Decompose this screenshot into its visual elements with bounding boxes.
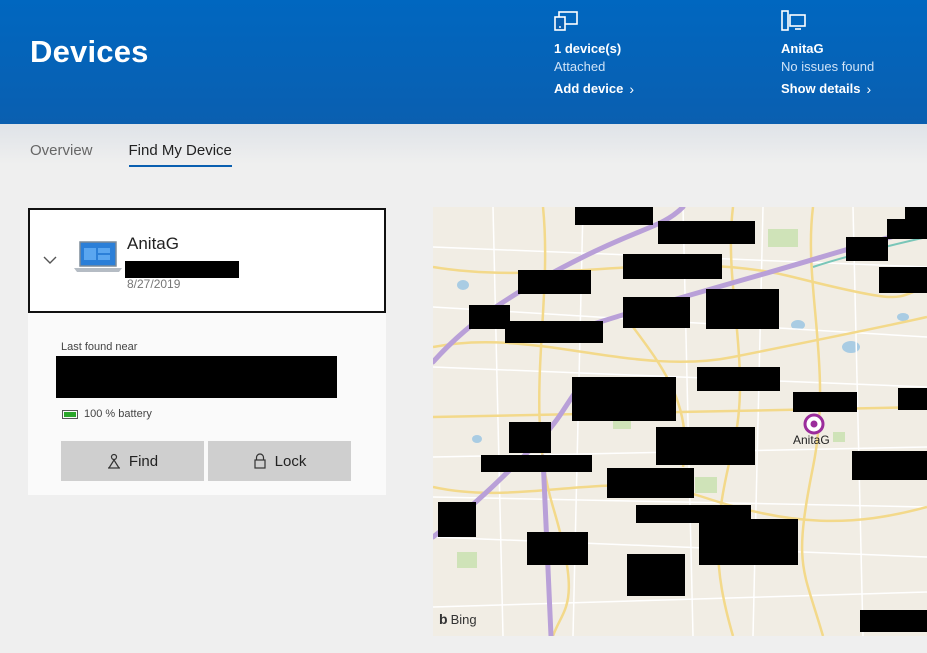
show-details-label: Show details [781, 81, 861, 96]
device-date: 8/27/2019 [127, 277, 181, 291]
add-device-label: Add device [554, 81, 624, 96]
last-found-label: Last found near [61, 341, 138, 353]
map-redaction [575, 207, 653, 225]
map-redaction [623, 297, 690, 328]
map-redaction [627, 554, 685, 596]
chevron-right-icon: › [629, 81, 635, 97]
bing-attribution: b Bing [439, 611, 477, 627]
chevron-right-icon: › [866, 81, 872, 97]
find-person-icon [107, 453, 120, 469]
pc-status-icon [781, 10, 806, 31]
device-panel: AnitaG 8/27/2019 Last found near 100 % b… [28, 208, 386, 495]
redacted-location [56, 356, 337, 398]
map-redaction [505, 321, 603, 343]
map-redaction [518, 270, 591, 294]
battery-text: 100 % battery [84, 408, 152, 420]
map-redaction [656, 427, 755, 465]
lock-button-label: Lock [274, 452, 307, 470]
device-name: AnitaG [127, 234, 179, 253]
show-details-link[interactable]: Show details › [781, 79, 871, 99]
tab-bar: Overview Find My Device [30, 142, 232, 167]
tab-find-my-device[interactable]: Find My Device [128, 142, 232, 167]
map-redaction [699, 519, 798, 565]
map-redaction [527, 532, 588, 565]
devices-stat: 1 device(s) Attached Add device › [554, 10, 634, 99]
device-count: 1 device(s) [554, 41, 622, 56]
chevron-down-icon[interactable] [42, 254, 58, 266]
map-redaction [607, 468, 694, 498]
device-card[interactable]: AnitaG 8/27/2019 [28, 208, 386, 313]
map-redaction [438, 502, 476, 537]
map-redaction [846, 237, 888, 261]
bing-label: Bing [450, 611, 477, 627]
map-redaction [879, 267, 927, 293]
page-title: Devices [30, 34, 149, 69]
header-banner: Devices 1 device(s) Attached Add device … [0, 0, 927, 124]
map-redaction [509, 422, 551, 453]
pc-status-text: No issues found [781, 59, 875, 74]
add-device-link[interactable]: Add device › [554, 79, 634, 99]
location-pin-icon[interactable] [803, 413, 825, 435]
lock-button[interactable]: Lock [208, 441, 351, 481]
device-count-status: Attached [554, 59, 606, 74]
map-redaction [481, 455, 592, 472]
map-redaction [572, 377, 676, 421]
find-button[interactable]: Find [61, 441, 204, 481]
map-redaction [860, 610, 927, 632]
devices-icon [554, 11, 578, 31]
laptop-icon [74, 241, 122, 272]
pc-name: AnitaG [781, 41, 824, 56]
redacted-text [125, 261, 239, 278]
tab-overview[interactable]: Overview [30, 142, 93, 167]
map-redaction [623, 254, 722, 279]
map-redaction [658, 221, 755, 244]
battery-status: 100 % battery [62, 408, 152, 420]
map-redaction [793, 392, 857, 412]
map-redaction [697, 367, 780, 391]
pc-status-stat: AnitaG No issues found Show details › [781, 10, 874, 99]
lock-icon [254, 453, 266, 469]
pin-label: AnitaG [793, 433, 830, 447]
map-redaction [469, 305, 510, 329]
find-button-label: Find [128, 452, 159, 470]
map-redaction [898, 388, 927, 410]
map-redaction [887, 219, 927, 239]
map-redaction [852, 451, 927, 480]
battery-icon [62, 409, 78, 419]
bing-logo-icon: b [439, 611, 448, 627]
map-redaction [706, 289, 779, 329]
map-view[interactable]: AnitaG b Bing [433, 207, 927, 636]
